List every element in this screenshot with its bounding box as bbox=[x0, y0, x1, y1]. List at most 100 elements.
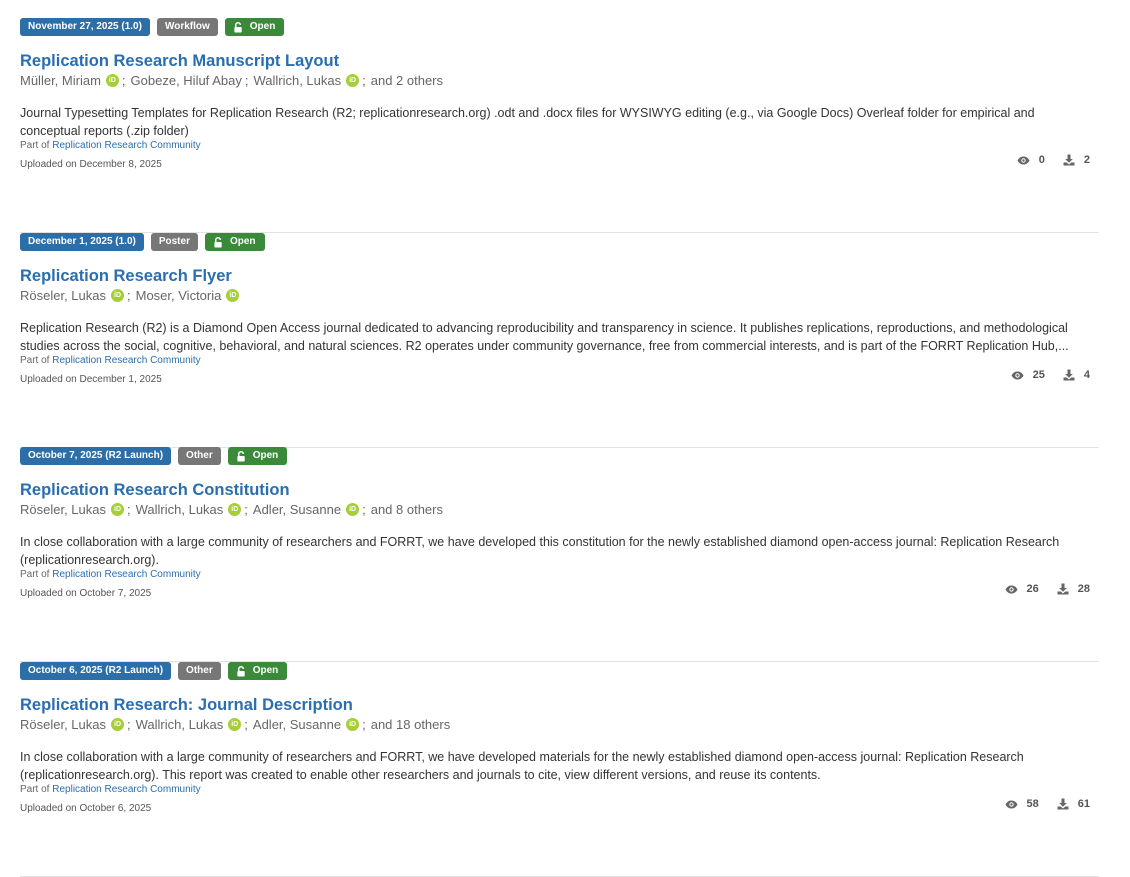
upload-date: Uploaded on December 8, 2025 bbox=[20, 159, 162, 170]
unlock-icon bbox=[234, 21, 242, 33]
part-of-label: Part of bbox=[20, 569, 50, 580]
orcid-icon[interactable] bbox=[346, 74, 360, 87]
resource-type-badge: Poster bbox=[150, 233, 198, 251]
record-title-link[interactable]: Replication Research Flyer bbox=[20, 267, 232, 286]
orcid-icon[interactable] bbox=[105, 74, 119, 87]
community-line: Part of Replication Research Community bbox=[20, 784, 201, 795]
downloads-count: 4 bbox=[1083, 369, 1090, 381]
creator-name[interactable]: Müller, Miriam bbox=[20, 73, 101, 88]
access-status-label: Open bbox=[229, 236, 256, 247]
access-status-badge: Open bbox=[224, 18, 285, 36]
download-icon bbox=[1063, 369, 1075, 381]
record-stats: 26 28 bbox=[1005, 583, 1090, 595]
views-count: 58 bbox=[1026, 798, 1039, 810]
community-link[interactable]: Replication Research Community bbox=[52, 140, 200, 151]
community-line: Part of Replication Research Community bbox=[20, 140, 201, 151]
orcid-icon[interactable] bbox=[111, 503, 124, 516]
publication-date-badge: November 27, 2025 (1.0) bbox=[20, 18, 150, 36]
eye-icon bbox=[1005, 800, 1017, 808]
upload-date: Uploaded on October 6, 2025 bbox=[20, 803, 152, 814]
record-description: In close collaboration with a large comm… bbox=[20, 750, 1024, 782]
record-title-link[interactable]: Replication Research Manuscript Layout bbox=[20, 52, 339, 71]
download-icon bbox=[1057, 583, 1069, 595]
record-description: Journal Typesetting Templates for Replic… bbox=[20, 106, 1035, 138]
download-icon bbox=[1057, 798, 1069, 810]
creator-separator: ; bbox=[362, 73, 366, 88]
creator-entry[interactable]: Gobeze, Hiluf Abay; bbox=[131, 73, 254, 88]
record-item: October 6, 2025 (R2 Launch) Other Open R… bbox=[20, 662, 1099, 877]
creator-name[interactable]: Röseler, Lukas bbox=[20, 717, 106, 732]
orcid-icon[interactable] bbox=[346, 503, 360, 516]
orcid-icon[interactable] bbox=[228, 718, 242, 731]
creator-entry[interactable]: Röseler, Lukas; bbox=[20, 502, 136, 517]
unlock-icon bbox=[237, 665, 245, 677]
creator-separator: ; bbox=[127, 502, 131, 517]
orcid-icon[interactable] bbox=[226, 289, 240, 302]
record-stats: 25 4 bbox=[1011, 369, 1090, 381]
eye-icon bbox=[1011, 371, 1024, 379]
views-stat: 26 bbox=[1005, 583, 1039, 595]
creator-name[interactable]: Moser, Victoria bbox=[136, 288, 222, 303]
creator-separator: ; bbox=[127, 717, 131, 732]
eye-icon bbox=[1005, 585, 1017, 593]
creator-name[interactable]: Röseler, Lukas bbox=[20, 288, 106, 303]
creator-name[interactable]: Adler, Susanne bbox=[253, 717, 341, 732]
community-link[interactable]: Replication Research Community bbox=[52, 569, 200, 580]
creator-entry[interactable]: Adler, Susanne; bbox=[253, 502, 371, 517]
part-of-label: Part of bbox=[20, 355, 50, 366]
resource-type-badge: Workflow bbox=[156, 18, 218, 36]
creators-list: Müller, Miriam; Gobeze, Hiluf Abay; Wall… bbox=[20, 73, 443, 88]
unlock-icon bbox=[214, 236, 222, 248]
record-description: Replication Research (R2) is a Diamond O… bbox=[20, 321, 1069, 353]
eye-icon bbox=[1017, 156, 1030, 164]
orcid-icon[interactable] bbox=[111, 289, 124, 302]
orcid-icon[interactable] bbox=[111, 718, 124, 731]
orcid-icon[interactable] bbox=[228, 503, 242, 516]
record-stats: 0 2 bbox=[1017, 154, 1090, 166]
more-creators-link[interactable]: and 2 others bbox=[371, 73, 443, 88]
upload-date: Uploaded on December 1, 2025 bbox=[20, 374, 162, 385]
creator-name[interactable]: Röseler, Lukas bbox=[20, 502, 106, 517]
part-of-label: Part of bbox=[20, 784, 50, 795]
downloads-stat: 61 bbox=[1057, 798, 1090, 810]
creator-separator: ; bbox=[244, 717, 248, 732]
views-stat: 25 bbox=[1011, 369, 1045, 381]
access-status-label: Open bbox=[249, 21, 276, 32]
community-line: Part of Replication Research Community bbox=[20, 355, 201, 366]
creator-separator: ; bbox=[244, 502, 248, 517]
access-status-label: Open bbox=[252, 450, 279, 461]
resource-type-badge: Other bbox=[178, 447, 221, 465]
creators-list: Röseler, Lukas; Moser, Victoria bbox=[20, 288, 240, 303]
creator-separator: ; bbox=[121, 73, 126, 88]
creator-entry[interactable]: Wallrich, Lukas; bbox=[253, 73, 370, 88]
downloads-stat: 2 bbox=[1063, 154, 1090, 166]
more-creators-link[interactable]: and 8 others bbox=[371, 502, 443, 517]
creator-name[interactable]: Wallrich, Lukas bbox=[136, 502, 224, 517]
downloads-count: 28 bbox=[1077, 583, 1090, 595]
creator-entry[interactable]: Wallrich, Lukas; bbox=[136, 502, 253, 517]
upload-date: Uploaded on October 7, 2025 bbox=[20, 588, 152, 599]
creator-entry[interactable]: Röseler, Lukas; bbox=[20, 288, 136, 303]
creator-name[interactable]: Wallrich, Lukas bbox=[136, 717, 224, 732]
community-link[interactable]: Replication Research Community bbox=[52, 784, 200, 795]
creator-name[interactable]: Gobeze, Hiluf Abay bbox=[131, 73, 242, 88]
creator-entry[interactable]: Röseler, Lukas; bbox=[20, 717, 136, 732]
creator-entry[interactable]: Wallrich, Lukas; bbox=[136, 717, 253, 732]
creator-name[interactable]: Adler, Susanne bbox=[253, 502, 341, 517]
creator-entry[interactable]: Müller, Miriam; bbox=[20, 73, 131, 88]
creator-entry[interactable]: Adler, Susanne; bbox=[253, 717, 371, 732]
downloads-count: 2 bbox=[1083, 154, 1090, 166]
downloads-stat: 4 bbox=[1063, 369, 1090, 381]
record-item: October 7, 2025 (R2 Launch) Other Open R… bbox=[20, 447, 1099, 662]
record-title-link[interactable]: Replication Research: Journal Descriptio… bbox=[20, 696, 353, 715]
community-link[interactable]: Replication Research Community bbox=[52, 355, 200, 366]
record-title-link[interactable]: Replication Research Constitution bbox=[20, 481, 290, 500]
creator-entry[interactable]: Moser, Victoria bbox=[136, 288, 240, 303]
publication-date-badge: October 6, 2025 (R2 Launch) bbox=[20, 662, 172, 680]
record-badges: November 27, 2025 (1.0) Workflow Open bbox=[20, 18, 285, 36]
orcid-icon[interactable] bbox=[346, 718, 360, 731]
downloads-stat: 28 bbox=[1057, 583, 1090, 595]
creator-name[interactable]: Wallrich, Lukas bbox=[253, 73, 341, 88]
more-creators-link[interactable]: and 18 others bbox=[371, 717, 451, 732]
community-line: Part of Replication Research Community bbox=[20, 569, 201, 580]
